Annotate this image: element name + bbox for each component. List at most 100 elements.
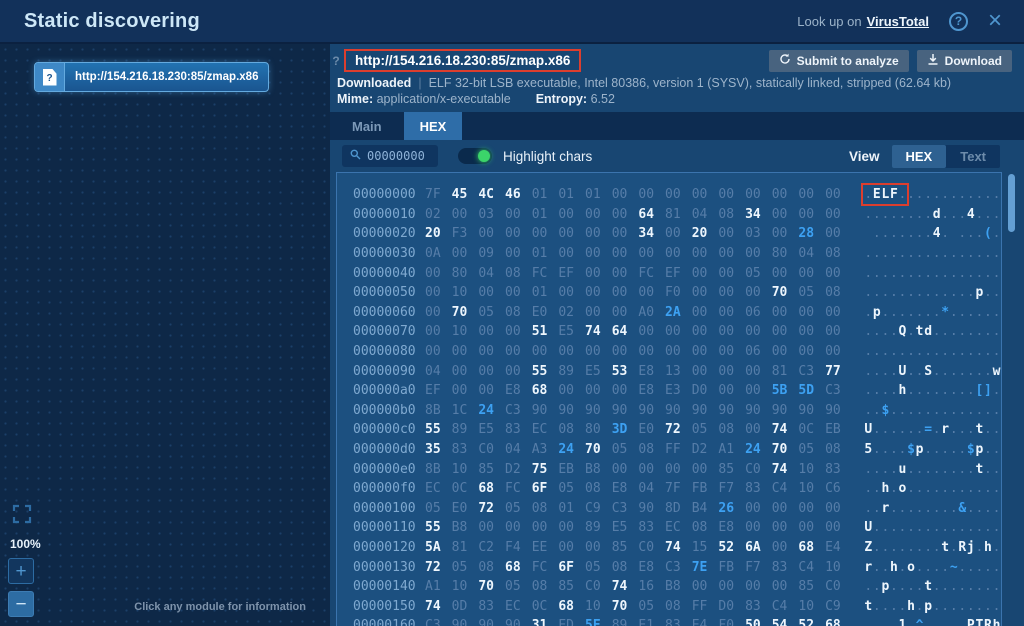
hex-byte[interactable]: 83	[638, 520, 665, 535]
ascii-char[interactable]: .	[932, 364, 941, 379]
ascii-char[interactable]: .	[949, 520, 958, 535]
hex-byte[interactable]: 89	[585, 520, 612, 535]
hex-byte[interactable]: 00	[745, 187, 772, 202]
ascii-char[interactable]: .	[958, 462, 967, 477]
hex-byte[interactable]: 00	[425, 344, 452, 359]
ascii-char[interactable]: .	[958, 560, 967, 575]
hex-byte[interactable]: 00	[452, 207, 479, 222]
ascii-char[interactable]: .	[984, 599, 993, 614]
ascii-char[interactable]: .	[881, 383, 890, 398]
hex-byte[interactable]: E5	[558, 324, 585, 339]
hex-byte[interactable]: 05	[585, 560, 612, 575]
hex-byte[interactable]: 08	[558, 422, 585, 437]
ascii-char[interactable]: .	[958, 266, 967, 281]
ascii-char[interactable]: p	[975, 442, 984, 457]
ascii-char[interactable]: $	[881, 403, 890, 418]
hex-byte[interactable]: 89	[558, 364, 585, 379]
ascii-char[interactable]: .	[881, 226, 890, 241]
ascii-char[interactable]: E	[873, 187, 882, 202]
ascii-char[interactable]: h	[890, 560, 899, 575]
ascii-char[interactable]: .	[975, 501, 984, 516]
hex-byte[interactable]: 00	[825, 344, 852, 359]
ascii-char[interactable]: .	[898, 540, 907, 555]
hex-byte[interactable]: 10	[452, 285, 479, 300]
hex-byte[interactable]: F7	[718, 481, 745, 496]
hex-byte[interactable]: D2	[505, 462, 532, 477]
hex-ascii[interactable]: .p.......*......	[864, 305, 1001, 320]
hex-byte[interactable]: E8	[638, 383, 665, 398]
hex-byte[interactable]: 0C	[452, 481, 479, 496]
ascii-char[interactable]: .	[890, 462, 899, 477]
hex-byte[interactable]: 00	[692, 187, 719, 202]
ascii-char[interactable]: .	[949, 207, 958, 222]
hex-byte[interactable]: 00	[745, 579, 772, 594]
zoom-in-button[interactable]: +	[8, 558, 34, 584]
ascii-char[interactable]: .	[941, 324, 950, 339]
ascii-char[interactable]: .	[864, 618, 873, 626]
ascii-char[interactable]: .	[949, 266, 958, 281]
hex-byte[interactable]: 00	[798, 344, 825, 359]
hex-ascii[interactable]: ........d...4...	[864, 207, 1001, 222]
ascii-char[interactable]: .	[881, 207, 890, 222]
ascii-char[interactable]: .	[915, 481, 924, 496]
hex-byte[interactable]: 05	[505, 501, 532, 516]
ascii-char[interactable]: .	[890, 285, 899, 300]
hex-byte[interactable]: 00	[798, 305, 825, 320]
hex-byte[interactable]: 05	[798, 442, 825, 457]
hex-bytes[interactable]: 5589E583EC08803DE072050800740CEB	[425, 422, 852, 437]
ascii-char[interactable]: .	[915, 305, 924, 320]
hex-byte[interactable]: C9	[825, 599, 852, 614]
ascii-char[interactable]: .	[975, 481, 984, 496]
ascii-char[interactable]: .	[898, 266, 907, 281]
ascii-char[interactable]: .	[992, 305, 1001, 320]
hex-byte[interactable]: D0	[692, 383, 719, 398]
ascii-char[interactable]: .	[907, 246, 916, 261]
hex-byte[interactable]: 45	[452, 187, 479, 202]
hex-byte[interactable]: 46	[505, 187, 532, 202]
ascii-char[interactable]: U	[864, 422, 873, 437]
hex-byte[interactable]: 81	[772, 364, 799, 379]
ascii-char[interactable]: r	[864, 560, 873, 575]
ascii-char[interactable]: .	[975, 540, 984, 555]
hex-byte[interactable]: 00	[665, 246, 692, 261]
hex-byte[interactable]: 00	[772, 501, 799, 516]
hex-byte[interactable]: 5D	[798, 383, 825, 398]
ascii-char[interactable]: .	[898, 560, 907, 575]
hex-byte[interactable]: 04	[638, 481, 665, 496]
ascii-char[interactable]: .	[967, 364, 976, 379]
hex-byte[interactable]: 00	[478, 324, 505, 339]
hex-byte[interactable]: 26	[718, 501, 745, 516]
ascii-char[interactable]: .	[864, 246, 873, 261]
hex-byte[interactable]: 00	[825, 266, 852, 281]
ascii-char[interactable]: .	[890, 324, 899, 339]
ascii-char[interactable]: .	[907, 403, 916, 418]
ascii-char[interactable]: .	[907, 285, 916, 300]
hex-byte[interactable]: 00	[505, 207, 532, 222]
ascii-char[interactable]: .	[864, 207, 873, 222]
hex-byte[interactable]: 00	[692, 344, 719, 359]
hex-ascii[interactable]: ....1.^.....PTRh	[864, 618, 1001, 626]
hex-byte[interactable]: 90	[798, 403, 825, 418]
ascii-char[interactable]: .	[915, 501, 924, 516]
hex-byte[interactable]: 00	[772, 579, 799, 594]
hex-byte[interactable]: 00	[718, 187, 745, 202]
ascii-char[interactable]: .	[881, 422, 890, 437]
ascii-char[interactable]: .	[949, 344, 958, 359]
ascii-char[interactable]: .	[975, 403, 984, 418]
ascii-char[interactable]: .	[958, 226, 967, 241]
hex-byte[interactable]: 8B	[425, 403, 452, 418]
ascii-char[interactable]: .	[890, 344, 899, 359]
ascii-char[interactable]: .	[898, 422, 907, 437]
hex-byte[interactable]: 00	[692, 462, 719, 477]
hex-byte[interactable]: 70	[612, 599, 639, 614]
ascii-char[interactable]: .	[949, 383, 958, 398]
hex-byte[interactable]: 90	[638, 501, 665, 516]
hex-byte[interactable]: 24	[478, 403, 505, 418]
hex-byte[interactable]: 10	[798, 481, 825, 496]
virustotal-link[interactable]: VirusTotal	[867, 14, 929, 29]
hex-byte[interactable]: 10	[452, 462, 479, 477]
hex-byte[interactable]: 00	[612, 285, 639, 300]
hex-byte[interactable]: 50	[745, 618, 772, 626]
ascii-char[interactable]: .	[967, 560, 976, 575]
ascii-char[interactable]: .	[924, 226, 933, 241]
